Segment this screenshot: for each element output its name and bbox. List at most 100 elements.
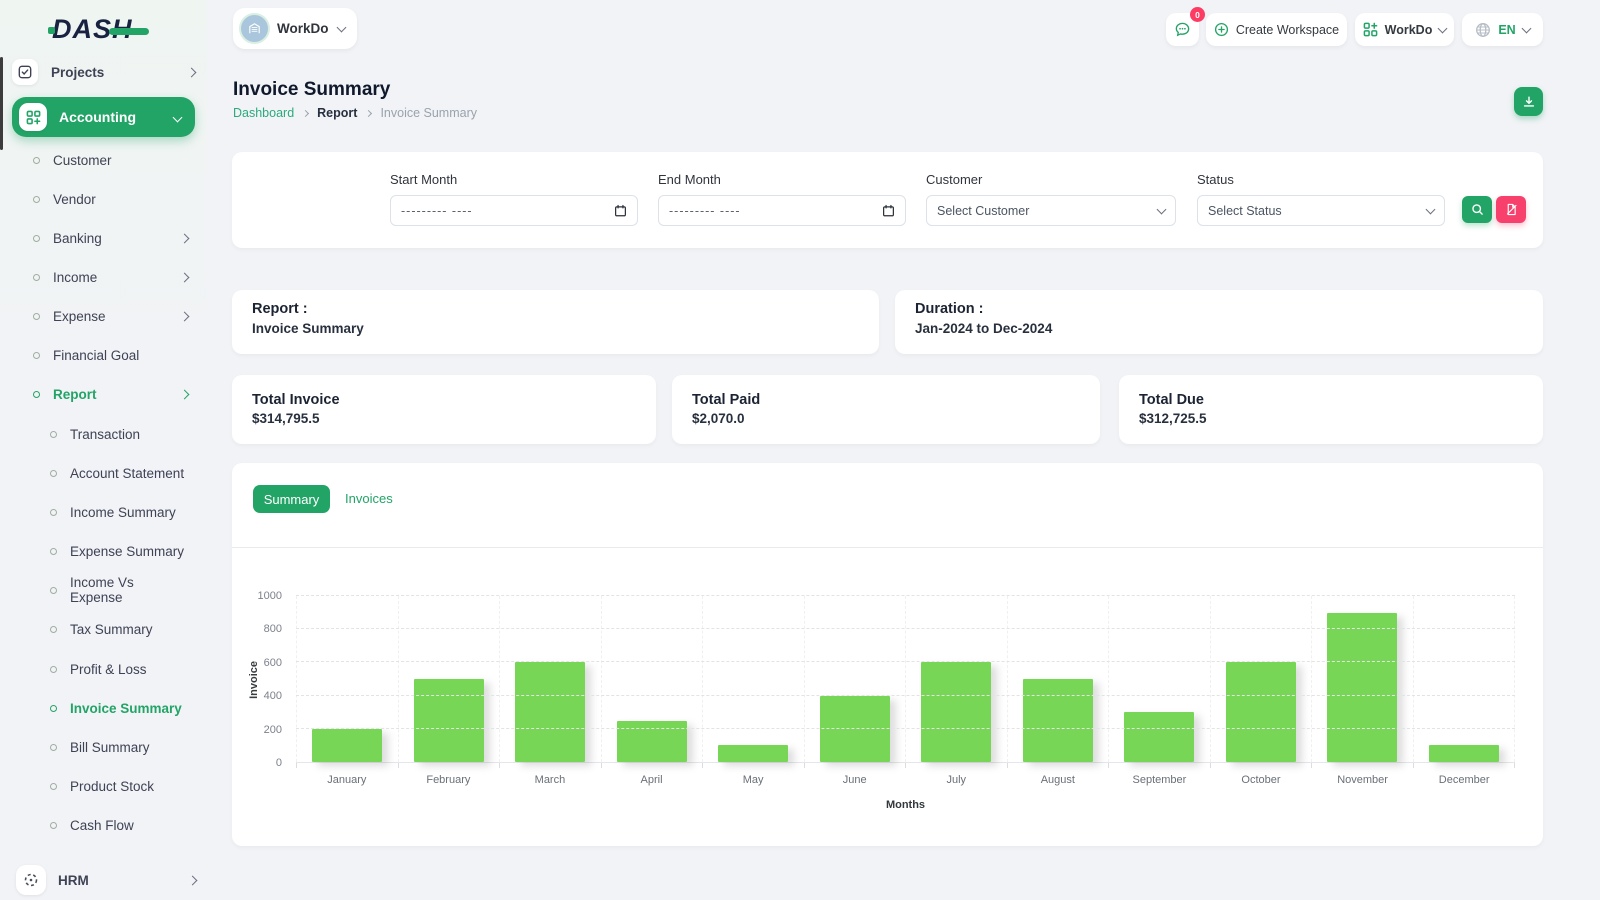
chart-yticks: 0 200 400 600 800 1000 (240, 590, 288, 769)
start-month-input[interactable]: --------- ---- (390, 195, 638, 226)
chart-bar-august[interactable] (1022, 679, 1093, 762)
search-icon (1471, 204, 1483, 215)
sidebar-item-income[interactable]: Income (33, 265, 190, 289)
chart-bar-october[interactable] (1225, 662, 1296, 762)
file-slash-icon (1506, 203, 1517, 216)
chart-bar-april[interactable] (616, 720, 687, 762)
y-tick-label: 600 (263, 656, 282, 669)
total-due-value: $312,725.5 (1139, 411, 1207, 426)
x-tick-label: August (1040, 774, 1075, 786)
sidebar-item-income-vs-expense[interactable]: Income Vs Expense (50, 575, 188, 605)
chevron-down-icon (1156, 204, 1167, 214)
sidebar-item-invoice-summary[interactable]: Invoice Summary (50, 696, 188, 720)
chevron-down-icon (336, 22, 346, 32)
x-tick-label: December (1438, 774, 1490, 786)
projects-checkbox-icon (12, 59, 38, 85)
y-tick-label: 800 (263, 623, 282, 636)
bullet-icon (50, 547, 57, 555)
tab-invoices[interactable]: Invoices (345, 491, 393, 506)
bullet-icon (50, 469, 57, 477)
sidebar-item-income-summary[interactable]: Income Summary (50, 500, 188, 524)
y-tick-label: 400 (263, 690, 282, 703)
chart-bar-january[interactable] (312, 728, 383, 762)
chart-bar-march[interactable] (515, 662, 586, 762)
sidebar-item-financial-goal[interactable]: Financial Goal (33, 343, 188, 367)
sidebar-item-transaction[interactable]: Transaction (50, 422, 188, 446)
sidebar-item-hrm[interactable]: HRM (16, 862, 198, 898)
bullet-icon (50, 665, 57, 673)
sidebar-item-product-stock[interactable]: Product Stock (50, 774, 188, 798)
sidebar-item-cash-flow[interactable]: Cash Flow (50, 813, 188, 837)
sidebar-item-banking[interactable]: Banking (33, 226, 190, 250)
sidebar-item-projects[interactable]: Projects (12, 57, 197, 87)
workspace-chip[interactable]: WorkDo (233, 8, 357, 49)
total-due-card: Total Due $312,725.5 (1119, 375, 1543, 444)
logo-accent-dash (108, 28, 149, 35)
language-selector[interactable]: EN (1462, 13, 1543, 46)
customer-select[interactable]: Select Customer (926, 195, 1176, 226)
sidebar-item-profit-loss[interactable]: Profit & Loss (50, 657, 188, 681)
sidebar-item-account-statement[interactable]: Account Statement (50, 461, 188, 485)
bullet-icon (50, 743, 57, 751)
status-select[interactable]: Select Status (1197, 195, 1445, 226)
sidebar-item-tax-summary[interactable]: Tax Summary (50, 617, 188, 641)
start-month-label: Start Month (390, 172, 458, 187)
breadcrumb-dashboard[interactable]: Dashboard (233, 106, 294, 120)
calendar-icon (615, 204, 626, 217)
breadcrumb-report: Report (317, 106, 358, 120)
bullet-icon (33, 195, 40, 203)
chart-bar-july[interactable] (921, 662, 992, 762)
sidebar-item-bill-summary[interactable]: Bill Summary (50, 735, 188, 759)
chevron-right-icon (179, 311, 190, 321)
sidebar-item-expense-summary[interactable]: Expense Summary (50, 539, 188, 563)
apply-filter-button[interactable] (1462, 196, 1492, 223)
sidebar-scrollbar[interactable] (0, 57, 3, 150)
sidebar-item-customer[interactable]: Customer (33, 148, 188, 172)
customer-label: Customer (926, 172, 983, 187)
sidebar-item-vendor[interactable]: Vendor (33, 187, 188, 211)
chart-bar-may[interactable] (718, 745, 789, 762)
x-tick-label: April (640, 774, 663, 786)
app-logo[interactable]: DASH (48, 14, 149, 45)
chart-bar-december[interactable] (1428, 745, 1499, 762)
end-month-input[interactable]: --------- ---- (658, 195, 906, 226)
x-axis-title: Months (885, 799, 926, 811)
duration-label: Duration : (915, 301, 984, 317)
accounting-grid-icon (19, 103, 47, 131)
sidebar-item-accounting[interactable]: Accounting (12, 97, 195, 137)
chart-bar-february[interactable] (413, 679, 484, 762)
chart-bar-september[interactable] (1124, 712, 1195, 762)
reset-filter-button[interactable] (1496, 196, 1526, 223)
chevron-right-icon (187, 875, 198, 885)
x-tick-label: May (742, 774, 764, 786)
chart-xlabels: January February March April May June July Augu… (296, 774, 1515, 786)
bullet-icon (50, 586, 57, 594)
workspace-switcher-button[interactable]: WorkDo (1355, 13, 1454, 46)
y-tick-label: 0 (275, 757, 282, 769)
total-paid-value: $2,070.0 (692, 411, 745, 426)
bullet-icon (50, 821, 57, 829)
bullet-icon (50, 782, 57, 790)
chart-bar-slot (805, 596, 906, 762)
filter-panel: Start Month --------- ---- End Month ---… (232, 152, 1543, 248)
x-tick-label: March (534, 774, 566, 786)
messages-button[interactable]: 0 (1166, 7, 1205, 46)
chevron-down-icon (1425, 204, 1436, 214)
tab-summary[interactable]: Summary (253, 485, 330, 513)
chart-bar-november[interactable] (1327, 612, 1398, 762)
chart-bar-slot (1008, 596, 1109, 762)
download-report-button[interactable] (1514, 87, 1543, 116)
download-icon (1523, 95, 1534, 107)
sidebar-item-label: Projects (51, 64, 105, 80)
x-tick-label: July (946, 774, 967, 786)
sidebar-item-expense[interactable]: Expense (33, 304, 190, 328)
chat-icon (1175, 22, 1190, 37)
divider (232, 547, 1543, 548)
hrm-icon (16, 865, 46, 895)
breadcrumb: Dashboard Report Invoice Summary (233, 106, 477, 120)
chart-bar-slot (703, 596, 805, 762)
bullet-icon (50, 625, 57, 633)
create-workspace-button[interactable]: Create Workspace (1206, 13, 1347, 46)
sidebar-item-report[interactable]: Report (33, 382, 190, 406)
calendar-icon (883, 204, 894, 217)
